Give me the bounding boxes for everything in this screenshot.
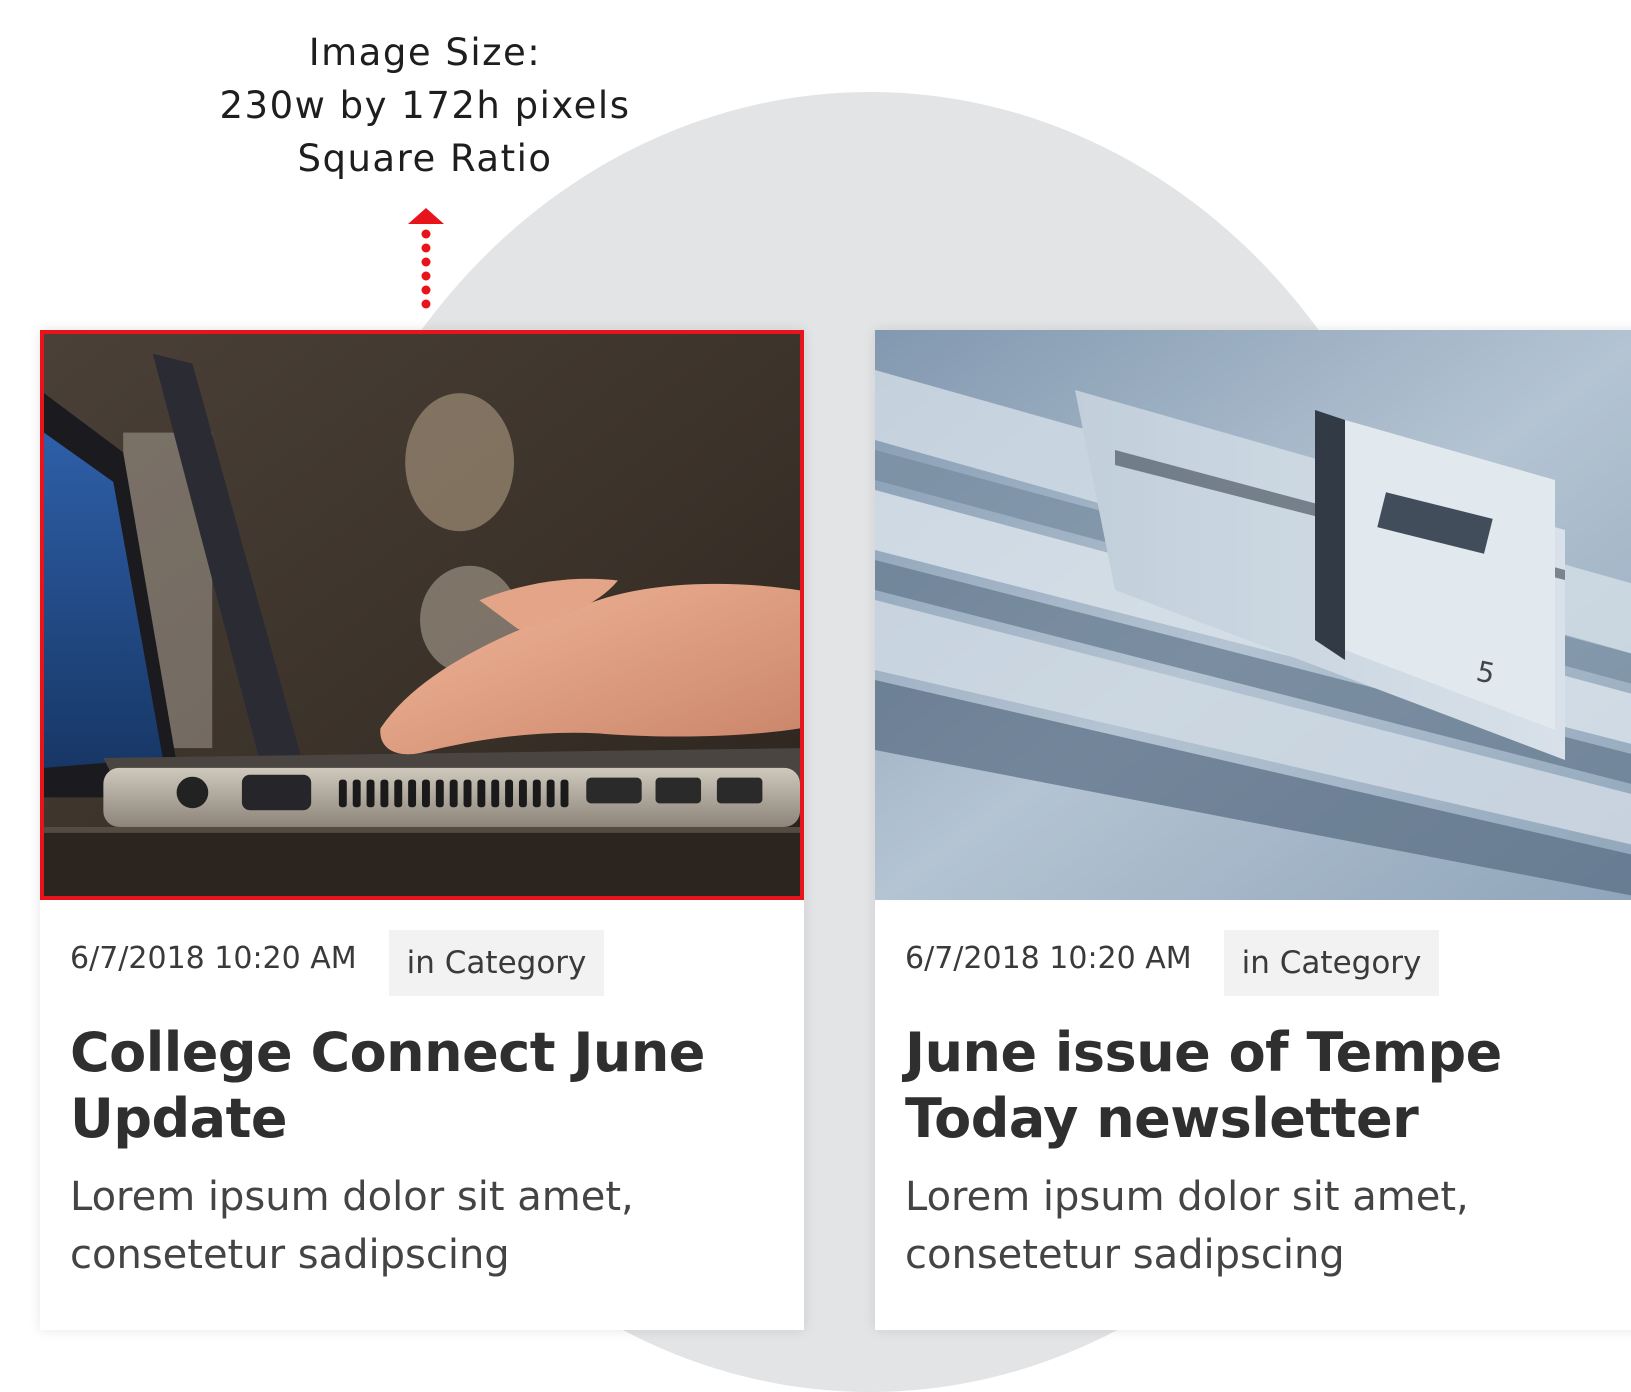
card-title[interactable]: June issue of Tempe Today newsletter xyxy=(905,1020,1631,1152)
card-image-newspaper[interactable]: 5 xyxy=(875,330,1631,900)
category-badge[interactable]: in Category xyxy=(1223,930,1440,996)
news-card[interactable]: 6/7/2018 10:20 AM in Category College Co… xyxy=(40,330,804,1330)
card-excerpt: Lorem ipsum dolor sit amet, consetetur s… xyxy=(905,1174,1469,1278)
card-image-laptop[interactable] xyxy=(40,330,804,900)
annotation-line-3: Square Ratio xyxy=(297,137,553,180)
card-excerpt: Lorem ipsum dolor sit amet, consetetur s… xyxy=(70,1174,634,1278)
dotted-arrow-up-icon xyxy=(408,208,444,309)
publish-date: 6/7/2018 10:20 AM xyxy=(905,940,1192,976)
image-size-annotation: Image Size: 230w by 172h pixels Square R… xyxy=(180,26,670,185)
card-meta: 6/7/2018 10:20 AM in Category xyxy=(905,930,1440,996)
publish-date: 6/7/2018 10:20 AM xyxy=(70,940,357,976)
news-card[interactable]: 5 6/7/2018 10:20 AM in Category June iss… xyxy=(875,330,1631,1330)
laptop-photo xyxy=(44,334,800,896)
category-badge[interactable]: in Category xyxy=(388,930,605,996)
card-title[interactable]: College Connect June Update xyxy=(70,1020,784,1152)
card-meta: 6/7/2018 10:20 AM in Category xyxy=(70,930,605,996)
newspaper-photo: 5 xyxy=(875,330,1631,900)
annotation-line-1: Image Size: xyxy=(308,31,542,74)
annotation-line-2: 230w by 172h pixels xyxy=(219,84,631,127)
